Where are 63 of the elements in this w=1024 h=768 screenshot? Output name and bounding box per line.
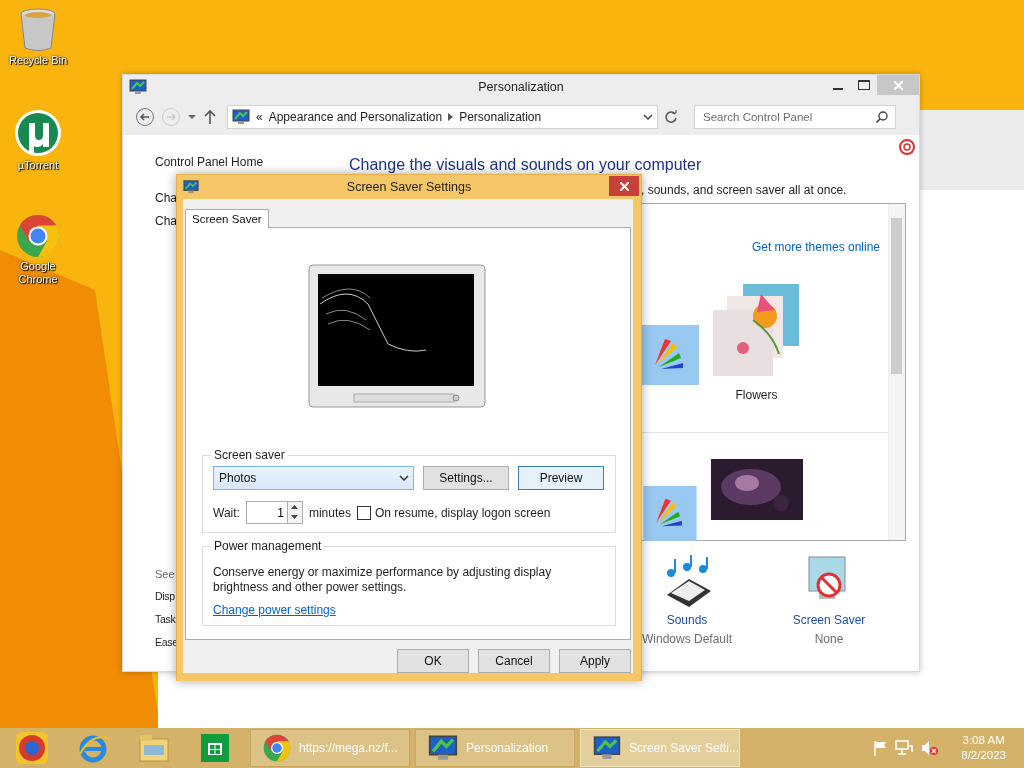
wait-label: Wait: <box>213 505 240 520</box>
chrome-icon <box>16 214 60 258</box>
screen-saver-dropdown[interactable]: Photos <box>213 466 414 490</box>
sidebar-link[interactable]: Cha <box>155 187 177 210</box>
checkbox-label[interactable]: On resume, display logon screen <box>374 505 551 520</box>
up-button[interactable] <box>203 109 217 125</box>
sidebar-link[interactable]: Task <box>155 608 176 631</box>
intro-text: , sounds, and screen saver all at once. <box>641 183 848 197</box>
address-bar[interactable]: « Appearance and Personalization Personalization <box>227 105 658 129</box>
breadcrumb-item[interactable]: Personalization <box>459 110 542 124</box>
close-button[interactable] <box>609 176 639 196</box>
theme-name[interactable]: Flowers <box>735 388 778 402</box>
minimize-icon <box>833 88 843 90</box>
torrent-icon <box>14 109 62 157</box>
group-label: Screen saver <box>213 448 286 462</box>
setting-link[interactable]: Screen Saver <box>792 613 866 627</box>
maximize-icon <box>858 80 870 90</box>
checkbox[interactable] <box>356 505 371 520</box>
back-button[interactable] <box>135 107 155 127</box>
chrome-icon <box>263 734 291 762</box>
scrollbar[interactable] <box>888 204 905 540</box>
setting-value: None <box>814 632 844 646</box>
power-settings-link[interactable]: Change power settings <box>213 603 336 617</box>
history-dropdown-button[interactable] <box>187 113 197 121</box>
search-icon <box>876 111 888 123</box>
window-icon <box>129 78 147 96</box>
setting-value: Windows Default <box>641 632 732 646</box>
chevron-icon <box>448 113 454 121</box>
refresh-button[interactable] <box>664 110 678 124</box>
dialog-button[interactable]: OK <box>397 649 469 673</box>
minutes-label: minutes <box>308 505 351 520</box>
power-description: Conserve energy or maximize performance by adjusting display brightness and other power settings. <box>213 565 553 595</box>
dialog-button[interactable]: Cancel <box>478 649 550 673</box>
group-label: Power management <box>213 539 323 553</box>
window-icon <box>183 179 199 195</box>
window-title: Personalization <box>478 80 564 94</box>
control-panel-icon <box>428 733 458 763</box>
help-icon[interactable] <box>899 139 915 155</box>
sidebar-link[interactable]: Disp <box>155 585 175 608</box>
dialog-title: Screen Saver Settings <box>346 180 472 194</box>
breadcrumb-item[interactable]: Appearance and Personalization <box>268 110 443 124</box>
see-also-label: See <box>155 567 175 582</box>
dialog-button[interactable]: Apply <box>559 649 631 673</box>
close-icon <box>619 181 629 191</box>
control-panel-icon <box>232 108 250 126</box>
setting-link[interactable]: Sounds <box>666 613 708 627</box>
breadcrumb-item[interactable]: « <box>256 110 263 124</box>
sidebar-link[interactable]: Cha <box>155 210 177 233</box>
tab[interactable]: Screen Saver <box>185 209 269 228</box>
muted-speaker-icon[interactable] <box>921 740 940 756</box>
color-palette-icon <box>641 486 699 541</box>
more-themes-link[interactable]: Get more themes online <box>751 240 880 254</box>
search-field[interactable]: Search Control Panel <box>694 105 896 129</box>
settings-button[interactable]: Settings... <box>423 466 509 490</box>
color-palette-icon <box>641 325 699 385</box>
page-heading: Change the visuals and sounds on your computer <box>349 155 703 175</box>
wait-field[interactable]: 1 <box>245 501 288 524</box>
recycle-bin-icon <box>18 6 58 52</box>
folder-icon <box>138 733 170 763</box>
sidebar-link[interactable]: Control Panel Home <box>155 151 264 174</box>
preview-button[interactable]: Preview <box>518 466 604 490</box>
store-bag-icon <box>200 733 230 763</box>
close-icon <box>893 80 903 90</box>
